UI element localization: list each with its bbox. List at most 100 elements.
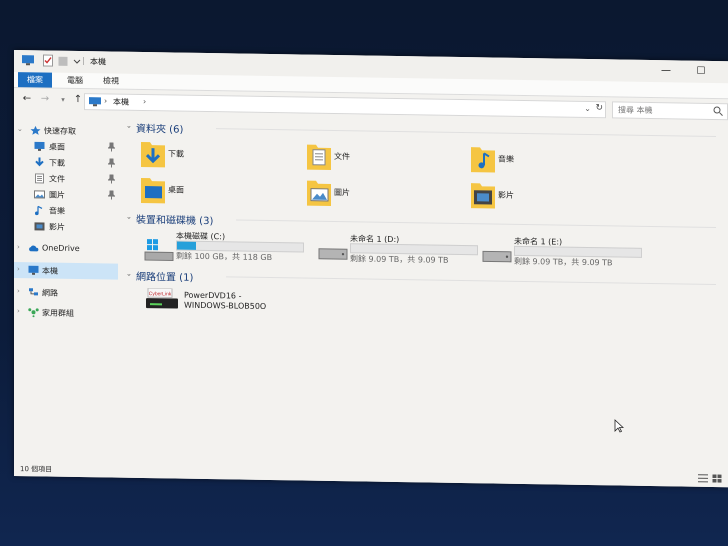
sidebar-item-videos[interactable]: 影片 [14,218,118,236]
sidebar-item-label: 下載 [49,158,65,168]
folder-label: 下載 [168,149,184,159]
document-icon [307,144,331,170]
drive-item-c[interactable]: 本機磁碟 (C:) 剩餘 100 GB，共 118 GB [144,230,314,269]
folder-item-pictures[interactable]: 圖片 [306,177,456,213]
sidebar-item-label: 本機 [42,266,58,276]
hard-drive-icon [482,250,512,263]
drive-size: 剩餘 9.09 TB，共 9.09 TB [514,256,613,268]
computer-icon [22,55,34,66]
sidebar-item-label: OneDrive [42,243,80,254]
group-divider [216,128,716,138]
address-dropdown-button[interactable]: ⌄ [584,104,591,113]
details-view-icon[interactable] [698,474,708,483]
chevron-down-icon[interactable] [73,55,81,67]
sidebar-item-label: 快速存取 [44,126,76,136]
desktop-icon [141,177,165,204]
breadcrumb-separator[interactable]: › [143,97,146,106]
address-bar[interactable]: › 本機 › ⌄ ↻ [84,93,606,119]
refresh-button[interactable]: ↻ [595,103,603,113]
sidebar-item-label: 網路 [42,288,58,298]
group-divider [236,219,716,229]
sidebar-item-music[interactable]: 音樂 [14,202,118,220]
chevron-right-icon[interactable]: › [17,287,20,295]
search-placeholder: 搜尋 本機 [618,105,653,116]
sidebar-item-downloads[interactable]: 下載 [14,154,118,172]
folder-label: 影片 [498,190,514,200]
folder-item-music[interactable]: 音樂 [470,143,620,179]
cloud-icon [29,245,39,252]
window-title: 本機 [90,57,106,67]
group-title: 資料夾 (6) [136,123,184,136]
folder-label: 圖片 [334,188,350,198]
sidebar-item-label: 家用群組 [42,308,74,318]
chevron-right-icon[interactable]: › [17,243,20,251]
sidebar-item-documents[interactable]: 文件 [14,170,118,188]
recent-locations-button[interactable]: ▾ [56,93,70,107]
sidebar-item-homegroup[interactable]: › 家用群組 [14,304,118,322]
maximize-button[interactable]: ☐ [694,65,708,79]
hard-drive-icon [144,239,174,262]
picture-icon [34,190,45,199]
breadcrumb-separator[interactable]: › [104,96,107,105]
download-icon [141,141,165,168]
computer-icon [89,97,101,107]
drive-size: 剩餘 9.09 TB，共 9.09 TB [350,254,449,265]
chevron-right-icon[interactable]: › [17,307,20,315]
folder-item-desktop[interactable]: 桌面 [140,174,290,210]
sidebar-item-onedrive[interactable]: › OneDrive [14,240,118,258]
folder-item-documents[interactable]: 文件 [306,141,456,177]
chevron-down-icon[interactable]: ⌄ [126,213,132,221]
network-icon [29,288,38,296]
drive-item-e[interactable]: 未命名 1 (E:) 剩餘 9.09 TB，共 9.09 TB [482,235,652,274]
pin-icon [108,142,115,152]
download-icon [35,157,44,167]
folder-item-downloads[interactable]: 下載 [140,138,290,174]
sidebar-item-network[interactable]: › 網路 [14,284,118,302]
pin-icon [108,174,115,184]
network-location-item[interactable]: CyberLink PowerDVD16 - WINDOWS-BLOB50O [144,287,344,321]
tab-file[interactable]: 檔案 [18,72,52,88]
content-pane: ⌄ 資料夾 (6) 下載 文件 音樂 桌面 圖片 影片 ⌄ 裝置和磁碟機 (3)… [120,118,728,472]
desktop-icon [34,141,45,151]
picture-icon [307,180,331,206]
music-icon [471,147,495,173]
computer-icon [28,265,39,275]
chevron-right-icon[interactable]: › [17,265,20,273]
back-button[interactable]: ← [20,92,34,106]
search-input[interactable]: 搜尋 本機 [612,101,728,121]
folder-label: 文件 [334,152,350,162]
search-icon [713,106,723,116]
up-button[interactable]: ↑ [71,93,85,107]
sidebar-item-this-pc[interactable]: › 本機 [14,262,118,280]
folder-label: 音樂 [498,154,514,164]
sidebar-item-quick-access[interactable]: ⌄ 快速存取 [14,122,118,140]
sidebar-item-label: 桌面 [49,142,65,152]
sidebar-item-pictures[interactable]: 圖片 [14,186,118,204]
chevron-down-icon[interactable]: ⌄ [126,122,132,130]
sidebar-item-desktop[interactable]: 桌面 [14,138,118,156]
group-title: 網路位置 (1) [136,271,194,284]
network-location-label: PowerDVD16 - WINDOWS-BLOB50O [184,290,267,311]
tab-view[interactable]: 檢視 [94,73,128,89]
video-icon [34,222,45,231]
chevron-down-icon[interactable]: ⌄ [126,270,132,278]
group-title: 裝置和磁碟機 (3) [136,214,214,228]
star-icon [30,125,41,135]
large-icons-view-icon[interactable] [712,474,722,483]
sidebar-item-label: 影片 [49,222,65,232]
group-divider [226,276,716,286]
breadcrumb-this-pc[interactable]: 本機 [113,97,129,108]
drive-usage-fill [177,241,196,250]
drive-item-d[interactable]: 未命名 1 (D:) 剩餘 9.09 TB，共 9.09 TB [318,233,488,272]
sidebar-item-label: 文件 [49,174,65,184]
minimize-button[interactable]: — [659,64,673,78]
music-icon [35,205,43,216]
title-separator: | [82,56,85,66]
sidebar-item-label: 音樂 [49,206,65,216]
new-folder-icon[interactable] [58,55,68,67]
properties-icon[interactable] [43,54,53,67]
tab-computer[interactable]: 電腦 [58,73,92,89]
chevron-down-icon[interactable]: ⌄ [17,125,23,133]
forward-button[interactable]: → [38,92,52,106]
folder-item-videos[interactable]: 影片 [470,179,620,215]
